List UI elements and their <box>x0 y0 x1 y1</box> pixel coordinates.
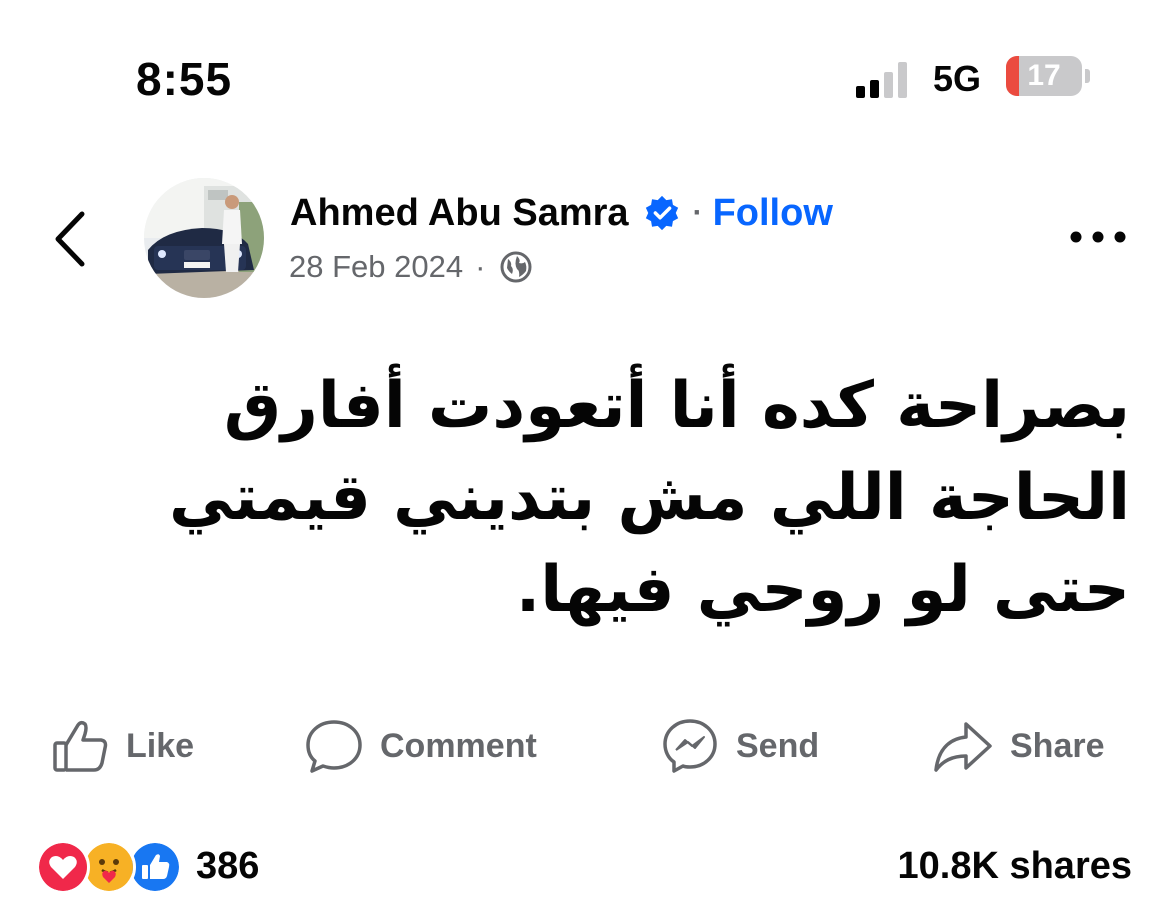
post-date[interactable]: 28 Feb 2024 <box>289 248 463 286</box>
send-label: Send <box>736 726 820 765</box>
verified-badge-icon <box>645 195 678 231</box>
share-label: Share <box>1010 726 1105 765</box>
battery-level: 17 <box>1027 59 1061 92</box>
like-reaction-icon <box>128 840 182 894</box>
post-meta: 28 Feb 2024 · <box>289 248 533 286</box>
share-button[interactable]: Share <box>932 708 1105 784</box>
avatar-photo <box>144 178 264 298</box>
like-button[interactable]: Like <box>50 708 194 784</box>
globe-icon <box>500 251 532 283</box>
send-button[interactable]: Send <box>660 708 819 784</box>
like-label: Like <box>126 726 195 765</box>
thumbs-up-icon <box>53 720 108 772</box>
reaction-count[interactable]: 386 <box>196 842 259 890</box>
reaction-icons[interactable] <box>36 840 186 894</box>
comment-bubble-icon <box>306 720 362 773</box>
more-options-button[interactable] <box>1066 222 1130 252</box>
share-arrow-icon <box>934 722 992 772</box>
status-time: 8:55 <box>136 53 233 105</box>
signal-strength-icon <box>856 58 916 98</box>
author-name[interactable]: Ahmed Abu Samra <box>290 190 629 236</box>
back-button[interactable] <box>48 204 98 274</box>
separator-dot: · <box>692 196 703 229</box>
care-reaction-icon <box>82 840 136 894</box>
messenger-icon <box>663 719 717 773</box>
comment-button[interactable]: Comment <box>304 708 537 784</box>
meta-separator: · <box>475 249 486 284</box>
battery-icon: 17 <box>1006 56 1090 100</box>
more-dots-icon <box>1070 231 1126 243</box>
love-reaction-icon <box>36 840 90 894</box>
share-count[interactable]: 10.8K shares <box>898 842 1133 890</box>
author-line: Ahmed Abu Samra · Follow <box>290 190 833 236</box>
comment-label: Comment <box>380 726 537 765</box>
follow-button[interactable]: Follow <box>713 190 833 236</box>
post-text: بصراحة كده أنا أتعودت أفارق الحاجة اللي … <box>169 369 1130 627</box>
author-avatar[interactable] <box>144 178 264 298</box>
network-type: 5G <box>933 58 982 99</box>
chevron-left-icon <box>55 211 85 267</box>
